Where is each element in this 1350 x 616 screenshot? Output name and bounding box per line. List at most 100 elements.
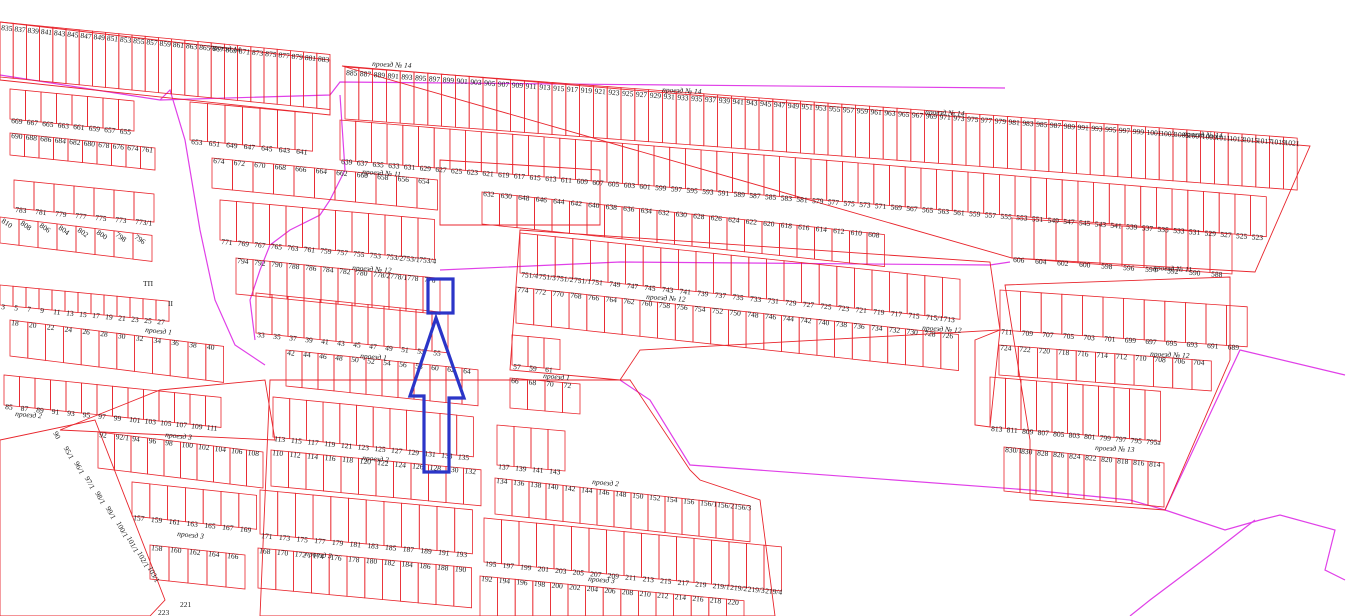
land-plot[interactable] (277, 491, 296, 538)
land-plot[interactable] (1234, 193, 1251, 236)
land-plot[interactable] (518, 520, 537, 568)
land-plot[interactable] (402, 124, 419, 167)
land-plot[interactable] (285, 205, 303, 248)
land-plot[interactable] (763, 154, 780, 197)
land-plot[interactable] (783, 260, 802, 304)
land-plot[interactable] (747, 153, 765, 196)
land-plot[interactable] (818, 264, 838, 307)
land-plot[interactable] (399, 307, 417, 350)
land-plot[interactable] (732, 152, 749, 195)
land-plot[interactable] (906, 273, 926, 316)
land-plot[interactable] (889, 271, 908, 315)
land-plot[interactable] (259, 107, 278, 149)
land-plot[interactable] (383, 501, 403, 548)
land-plot[interactable] (695, 251, 714, 294)
land-plot[interactable] (983, 172, 1000, 216)
land-plot[interactable] (730, 254, 750, 298)
land-plot[interactable] (406, 409, 424, 453)
land-plot[interactable] (330, 496, 349, 543)
land-plot[interactable] (1171, 188, 1189, 231)
land-plot[interactable] (678, 249, 697, 292)
land-plot[interactable] (1036, 380, 1053, 433)
land-plot[interactable] (1067, 383, 1084, 436)
land-plot[interactable] (766, 258, 785, 302)
land-plot[interactable] (1203, 191, 1220, 234)
land-plot[interactable] (367, 304, 385, 347)
land-plot[interactable] (936, 168, 953, 212)
land-plot[interactable] (242, 106, 261, 147)
land-plot[interactable] (512, 133, 529, 177)
land-plot[interactable] (889, 165, 906, 208)
land-plot[interactable] (700, 149, 718, 192)
land-plot[interactable] (1124, 184, 1142, 227)
location-marker[interactable] (407, 277, 467, 474)
land-plot[interactable] (417, 217, 435, 260)
land-plot[interactable] (513, 426, 532, 469)
land-plot[interactable] (1082, 295, 1104, 338)
land-plot[interactable] (1143, 299, 1166, 342)
land-plot[interactable] (456, 414, 474, 458)
land-plot[interactable] (716, 150, 733, 193)
land-plot[interactable] (189, 101, 208, 143)
land-plot[interactable] (501, 519, 520, 566)
land-plot[interactable] (219, 199, 237, 242)
land-plot[interactable] (318, 208, 336, 251)
land-plot[interactable] (779, 155, 796, 199)
land-plot[interactable] (924, 275, 943, 318)
land-plot[interactable] (575, 139, 592, 182)
land-plot[interactable] (1005, 377, 1022, 431)
land-plot[interactable] (857, 162, 875, 205)
land-plot[interactable] (590, 140, 608, 183)
land-plot[interactable] (348, 497, 367, 545)
land-plot[interactable] (401, 502, 420, 550)
land-plot[interactable] (1123, 297, 1145, 341)
land-plot[interactable] (207, 103, 226, 144)
land-plot[interactable] (871, 269, 890, 313)
land-plot[interactable] (1102, 296, 1124, 339)
land-plot[interactable] (794, 157, 812, 200)
land-plot[interactable] (1040, 292, 1063, 335)
land-plot[interactable] (496, 132, 514, 175)
land-plot[interactable] (449, 128, 467, 171)
land-plot[interactable] (519, 232, 538, 276)
land-plot[interactable] (312, 494, 332, 542)
land-plot[interactable] (1140, 185, 1157, 229)
land-plot[interactable] (1098, 385, 1115, 438)
land-plot[interactable] (530, 427, 549, 470)
land-plot[interactable] (1011, 217, 1035, 261)
land-plot[interactable] (920, 167, 937, 210)
land-plot[interactable] (728, 541, 747, 588)
cadastral-map[interactable]: 835 837 839 841 843 845 847 849 851 853 855 857 859 8… (0, 0, 1350, 616)
land-plot[interactable] (1218, 192, 1236, 235)
land-plot[interactable] (355, 120, 372, 164)
land-plot[interactable] (951, 170, 969, 213)
land-plot[interactable] (653, 145, 671, 188)
land-plot[interactable] (287, 295, 305, 339)
land-plot[interactable] (1061, 293, 1083, 337)
land-plot[interactable] (588, 527, 607, 575)
land-plot[interactable] (436, 506, 456, 553)
land-plot[interactable] (554, 236, 574, 279)
land-plot[interactable] (339, 403, 357, 446)
land-plot[interactable] (1205, 303, 1227, 346)
land-plot[interactable] (1108, 183, 1126, 226)
land-plot[interactable] (236, 201, 254, 244)
land-plot[interactable] (1077, 222, 1101, 265)
land-plot[interactable] (942, 276, 961, 320)
land-plot[interactable] (1164, 300, 1186, 344)
land-plot[interactable] (676, 536, 695, 583)
land-plot[interactable] (271, 294, 289, 337)
land-plot[interactable] (259, 489, 279, 537)
land-plot[interactable] (252, 202, 270, 245)
land-plot[interactable] (571, 526, 590, 573)
land-plot[interactable] (418, 504, 438, 551)
land-plot[interactable] (606, 141, 623, 184)
land-plot[interactable] (383, 305, 401, 349)
land-plot[interactable] (433, 127, 451, 170)
land-plot[interactable] (746, 543, 765, 590)
land-plot[interactable] (351, 211, 369, 254)
land-plot[interactable] (1014, 175, 1032, 218)
land-plot[interactable] (826, 159, 843, 203)
land-plot[interactable] (660, 247, 679, 291)
land-plot[interactable] (370, 122, 388, 165)
